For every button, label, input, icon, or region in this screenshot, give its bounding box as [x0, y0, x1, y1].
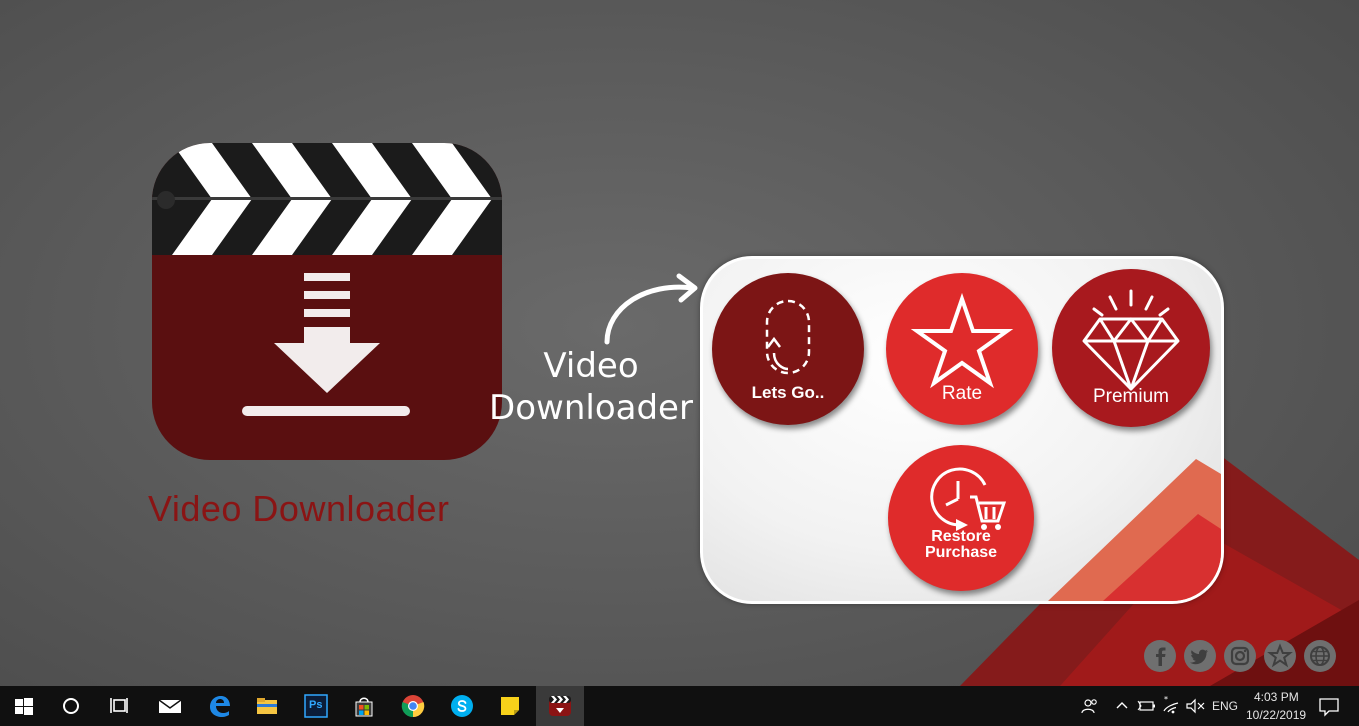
sticky-notes-icon[interactable] [486, 686, 534, 726]
callout-line-1: Video [543, 346, 639, 386]
video-downloader-icon[interactable] [536, 686, 584, 726]
wifi-icon[interactable]: * [1160, 686, 1182, 726]
store-icon[interactable] [340, 686, 388, 726]
star-icon[interactable] [1264, 640, 1296, 672]
windows-taskbar: Ps * ENG 4:03 PM 10/22/2019 [0, 686, 1359, 726]
desktop-background: Video Downloader Video Downloader Lets G… [0, 0, 1359, 686]
mail-icon[interactable] [146, 686, 194, 726]
callout-label: Video Downloader [488, 345, 694, 429]
show-hidden-icons-chevron-icon[interactable] [1112, 686, 1132, 726]
photoshop-icon[interactable]: Ps [292, 686, 340, 726]
language-indicator[interactable]: ENG [1212, 699, 1238, 713]
video-downloader-logo [152, 143, 502, 460]
restore-cart-icon [930, 467, 1007, 531]
rate-button[interactable]: Rate [886, 273, 1038, 425]
svg-text:*: * [1164, 695, 1168, 704]
restore-purchase-label: Restore Purchase [888, 529, 1034, 561]
edge-icon[interactable] [195, 686, 243, 726]
file-explorer-icon[interactable] [243, 686, 291, 726]
chrome-icon[interactable] [389, 686, 437, 726]
curved-arrow-icon [604, 273, 698, 345]
main-menu-card: Lets Go.. Rate Premium Restore Purchase [700, 256, 1224, 604]
app-caption: Video Downloader [148, 488, 450, 529]
lets-go-button[interactable]: Lets Go.. [712, 273, 864, 425]
callout-line-2: Downloader [489, 388, 693, 428]
instagram-icon[interactable] [1224, 640, 1256, 672]
lets-go-label: Lets Go.. [751, 383, 825, 402]
skype-icon[interactable] [438, 686, 486, 726]
clock-date[interactable]: 10/22/2019 [1246, 708, 1306, 722]
twitter-icon[interactable] [1184, 640, 1216, 672]
volume-muted-icon[interactable] [1184, 686, 1206, 726]
start-icon[interactable] [0, 686, 48, 726]
battery-icon[interactable] [1136, 686, 1156, 726]
premium-label: Premium [1092, 386, 1169, 407]
facebook-icon[interactable] [1144, 640, 1176, 672]
clock-time[interactable]: 4:03 PM [1254, 690, 1299, 704]
rate-label: Rate [941, 383, 983, 404]
globe-icon[interactable] [1304, 640, 1336, 672]
people-icon[interactable] [1076, 686, 1100, 726]
task-view-icon[interactable] [95, 686, 143, 726]
premium-button[interactable]: Premium [1052, 269, 1210, 427]
restore-line-1: Restore [931, 528, 991, 545]
photoshop-text: Ps [309, 699, 323, 711]
notification-center-icon[interactable] [1314, 686, 1344, 726]
restore-purchase-button[interactable]: Restore Purchase [888, 445, 1034, 591]
restore-line-2: Purchase [924, 544, 998, 561]
cortana-icon[interactable] [47, 686, 95, 726]
